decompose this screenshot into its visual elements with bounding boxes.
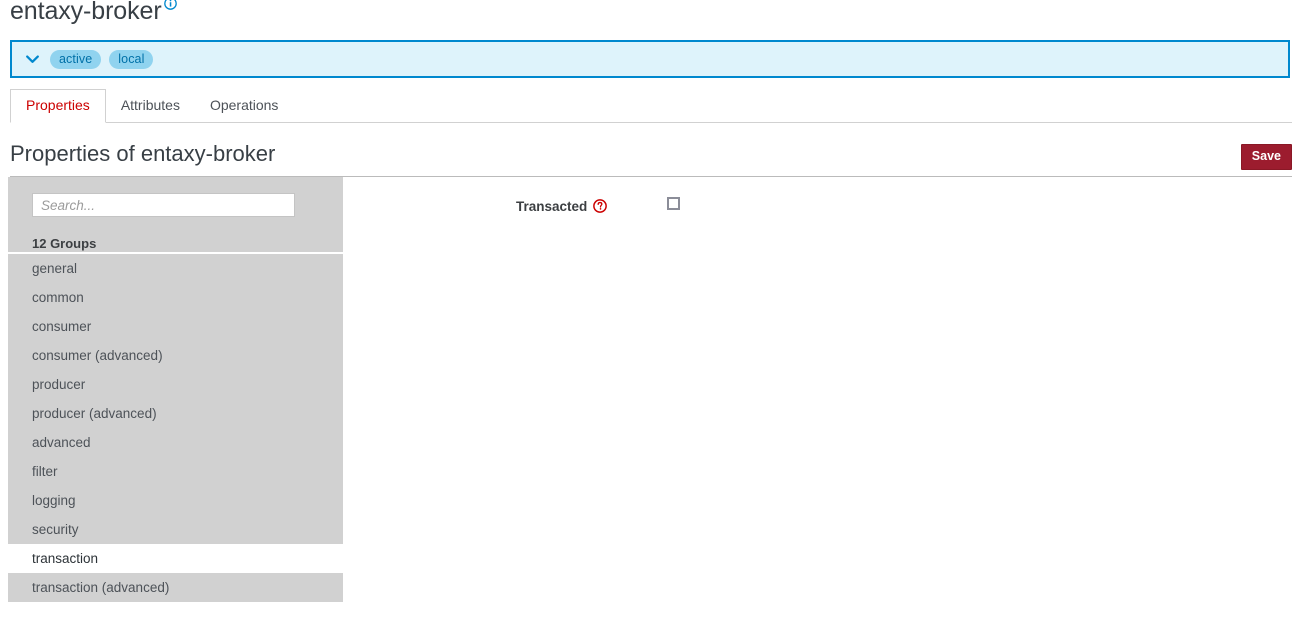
group-item-general[interactable]: general bbox=[8, 254, 343, 283]
group-item-consumer[interactable]: consumer bbox=[8, 312, 343, 341]
group-item-common[interactable]: common bbox=[8, 283, 343, 312]
page-title-row: entaxy-broker bbox=[10, 0, 177, 26]
group-item-filter[interactable]: filter bbox=[8, 457, 343, 486]
properties-form-panel: Transacted bbox=[343, 177, 1302, 620]
tab-bar: Properties Attributes Operations bbox=[10, 90, 1292, 123]
group-item-security[interactable]: security bbox=[8, 515, 343, 544]
question-circle-icon[interactable] bbox=[593, 199, 607, 213]
section-header: Properties of entaxy-broker Save bbox=[10, 140, 1292, 175]
transacted-checkbox[interactable] bbox=[667, 197, 680, 210]
save-button[interactable]: Save bbox=[1241, 144, 1292, 170]
chevron-down-icon[interactable] bbox=[24, 51, 40, 67]
group-item-logging[interactable]: logging bbox=[8, 486, 343, 515]
group-item-consumer-advanced[interactable]: consumer (advanced) bbox=[8, 341, 343, 370]
properties-page: entaxy-broker active local Properties At… bbox=[0, 0, 1302, 620]
info-circle-icon[interactable] bbox=[164, 0, 177, 10]
groups-count-label: 12 Groups bbox=[32, 236, 343, 251]
search-input[interactable] bbox=[32, 193, 295, 217]
group-item-transaction-advanced[interactable]: transaction (advanced) bbox=[8, 573, 343, 602]
status-chip-active[interactable]: active bbox=[50, 50, 101, 69]
status-alert-bar: active local bbox=[10, 40, 1290, 78]
group-item-transaction[interactable]: transaction bbox=[8, 544, 343, 573]
group-item-producer-advanced[interactable]: producer (advanced) bbox=[8, 399, 343, 428]
form-label-text: Transacted bbox=[516, 199, 587, 214]
group-list: general common consumer consumer (advanc… bbox=[8, 254, 343, 602]
tab-operations[interactable]: Operations bbox=[195, 90, 293, 122]
page-title: entaxy-broker bbox=[10, 0, 162, 26]
section-title: Properties of entaxy-broker bbox=[10, 140, 275, 168]
tab-properties[interactable]: Properties bbox=[10, 89, 106, 123]
form-label-transacted: Transacted bbox=[343, 199, 613, 214]
group-item-advanced[interactable]: advanced bbox=[8, 428, 343, 457]
groups-panel: 12 Groups general common consumer consum… bbox=[8, 177, 343, 602]
tab-attributes[interactable]: Attributes bbox=[106, 90, 195, 122]
group-item-producer[interactable]: producer bbox=[8, 370, 343, 399]
form-control-transacted bbox=[667, 197, 680, 215]
status-chip-local[interactable]: local bbox=[109, 50, 153, 69]
form-row-transacted: Transacted bbox=[343, 197, 1302, 215]
groups-panel-header: 12 Groups bbox=[8, 177, 343, 252]
